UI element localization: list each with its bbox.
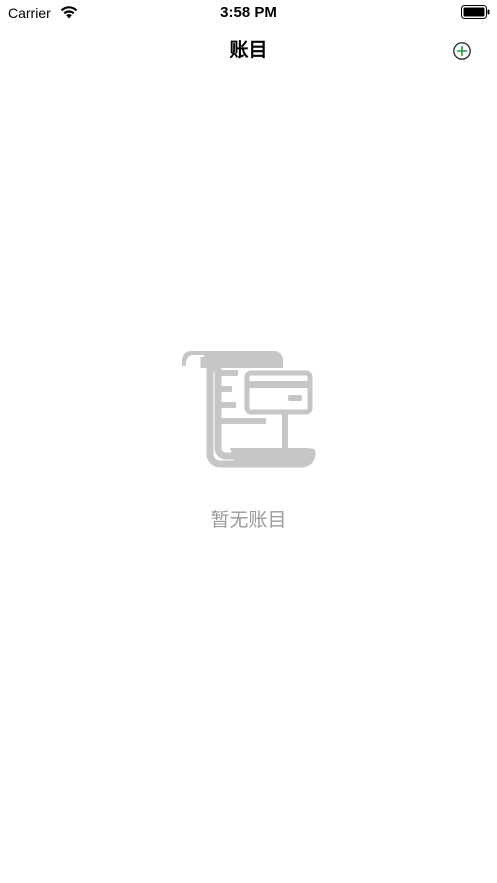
plus-circle-icon	[453, 42, 471, 60]
status-time: 3:58 PM	[220, 4, 277, 21]
empty-state-message: 暂无账目	[210, 509, 287, 531]
battery-icon	[461, 5, 490, 19]
page-title: 账目	[229, 39, 268, 61]
status-bar: Carrier 3:58 PM	[0, 0, 497, 26]
receipt-card-icon	[182, 351, 316, 468]
add-account-button[interactable]	[448, 37, 476, 65]
navigation-bar: 账目	[0, 26, 497, 74]
